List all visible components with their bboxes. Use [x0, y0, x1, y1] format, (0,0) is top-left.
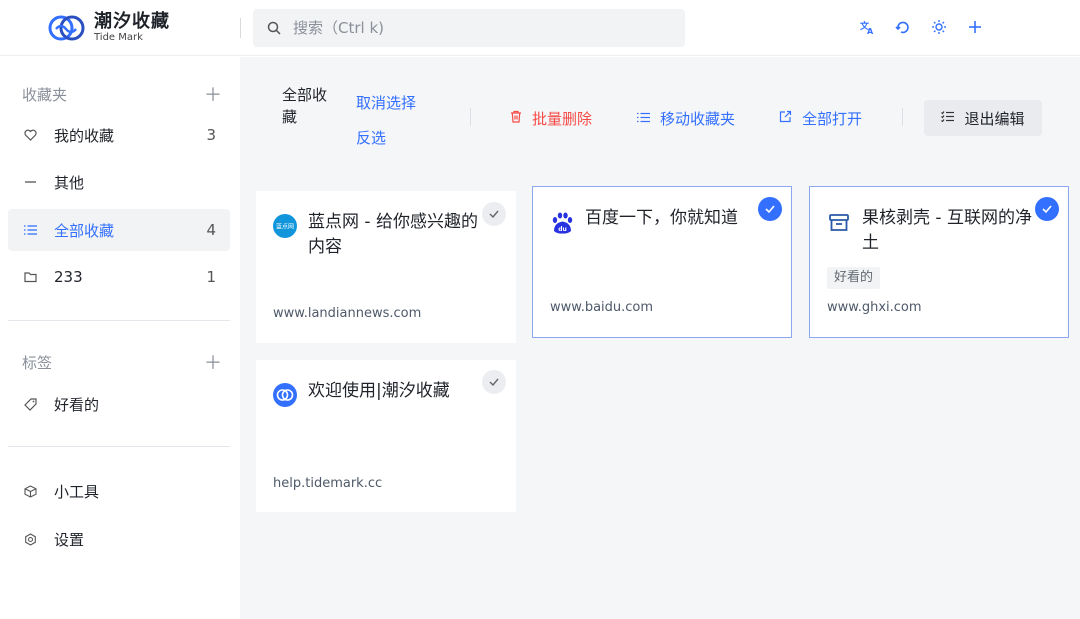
- sidebar-item-count: 4: [206, 221, 216, 239]
- select-checkbox[interactable]: [482, 370, 506, 394]
- sync-icon[interactable]: [894, 18, 912, 36]
- move-folder-button[interactable]: 移动收藏夹: [637, 108, 735, 129]
- bookmark-url: www.ghxi.com: [827, 300, 922, 315]
- sidebar-item-label: 设置: [54, 530, 85, 549]
- batch-delete-label: 批量删除: [532, 110, 593, 128]
- list-icon: [22, 222, 38, 238]
- trash-icon: [510, 110, 522, 127]
- bookmark-title: 蓝点网 - 给你感兴趣的内容: [308, 212, 478, 257]
- check-icon: [489, 210, 499, 219]
- sidebar-item-label: 其他: [54, 173, 85, 192]
- search-icon: [267, 21, 281, 35]
- bookmark-card[interactable]: 蓝点网 蓝点网 - 给你感兴趣的内容 www.landiannews.com: [256, 191, 516, 343]
- sidebar-item-all-favorites[interactable]: 全部收藏 4: [8, 209, 230, 251]
- search-box[interactable]: [253, 9, 685, 47]
- all-favorites-heading: 全部收藏: [282, 86, 328, 126]
- header-divider: [240, 18, 241, 38]
- sidebar-item-label: 我的收藏: [54, 126, 115, 145]
- sidebar-item-count: 3: [206, 126, 216, 144]
- select-checkbox[interactable]: [482, 202, 506, 226]
- dash-icon: [22, 174, 38, 190]
- folder-icon: [22, 269, 38, 285]
- add-folder-button[interactable]: ＋: [204, 81, 222, 107]
- add-tag-button[interactable]: ＋: [204, 349, 222, 375]
- bookmark-tag[interactable]: 好看的: [827, 267, 881, 289]
- main-content: 全部收藏 取消选择 反选 批量删除 移动收藏夹 全部打开 退出编辑 蓝点网 蓝点…: [240, 57, 1080, 619]
- gear-icon: [22, 531, 38, 547]
- select-checkbox[interactable]: [1035, 197, 1059, 221]
- settings-sun-icon[interactable]: [930, 18, 948, 36]
- landian-icon: 蓝点网: [273, 214, 297, 238]
- select-checkbox[interactable]: [758, 197, 782, 221]
- open-all-button[interactable]: 全部打开: [779, 108, 862, 129]
- batch-delete-button[interactable]: 批量删除: [510, 108, 592, 129]
- heart-icon: [22, 127, 38, 143]
- tidemark-logo-icon: [48, 15, 85, 41]
- app-logo[interactable]: 潮汐收藏 Tide Mark: [48, 10, 188, 46]
- external-link-icon: [779, 110, 792, 127]
- baidu-paw-icon: du: [552, 212, 573, 234]
- sidebar-divider: [8, 446, 230, 447]
- bookmark-title: 果核剥壳 - 互联网的净土: [862, 208, 1032, 253]
- favorites-section-title: 收藏夹: [22, 86, 68, 104]
- logo-title: 潮汐收藏: [94, 11, 170, 32]
- bookmark-card[interactable]: du 百度一下，你就知道 www.baidu.com: [532, 186, 792, 338]
- open-all-label: 全部打开: [802, 110, 863, 128]
- checklist-icon: [941, 110, 955, 126]
- sidebar: 收藏夹 ＋ 我的收藏 3 其他 全部收藏 4 233 1 标签 ＋ 好看的 小工…: [0, 57, 240, 619]
- bookmark-url: www.baidu.com: [550, 300, 654, 315]
- tag-icon: [22, 396, 38, 412]
- sidebar-item-label: 小工具: [54, 482, 100, 501]
- sidebar-item-label: 好看的: [54, 395, 100, 414]
- bookmark-card[interactable]: 果核剥壳 - 互联网的净土 好看的 www.ghxi.com: [809, 186, 1069, 338]
- svg-text:A: A: [867, 27, 874, 35]
- bookmark-card[interactable]: 欢迎使用|潮汐收藏 help.tidemark.cc: [256, 360, 516, 512]
- exit-edit-button[interactable]: 退出编辑: [924, 100, 1042, 136]
- sidebar-divider: [8, 320, 230, 321]
- box-icon: [22, 483, 38, 499]
- search-input[interactable]: [293, 19, 653, 37]
- svg-text:蓝点网: 蓝点网: [276, 223, 294, 231]
- bookmark-url: www.landiannews.com: [273, 306, 422, 321]
- plus-icon[interactable]: [966, 18, 984, 36]
- sidebar-item-tools[interactable]: 小工具: [8, 470, 230, 512]
- sidebar-tag-haokande[interactable]: 好看的: [8, 383, 230, 425]
- exit-edit-label: 退出编辑: [964, 109, 1025, 128]
- app-header: 潮汐收藏 Tide Mark 文A: [0, 0, 1080, 56]
- svg-text:du: du: [558, 226, 567, 233]
- bookmark-title: 百度一下，你就知道: [585, 208, 738, 228]
- bookmark-title: 欢迎使用|潮汐收藏: [308, 381, 450, 401]
- sidebar-item-folder-233[interactable]: 233 1: [8, 256, 230, 298]
- list-icon: [637, 111, 650, 127]
- tidemark-logo-icon: [273, 383, 297, 407]
- sidebar-item-count: 1: [206, 268, 216, 286]
- logo-subtitle: Tide Mark: [94, 32, 143, 43]
- tags-section-title: 标签: [22, 354, 53, 372]
- edit-toolbar: 全部收藏 取消选择 反选 批量删除 移动收藏夹 全部打开 退出编辑: [240, 57, 1080, 167]
- move-folder-label: 移动收藏夹: [660, 110, 736, 128]
- sidebar-item-label: 233: [54, 268, 83, 286]
- sidebar-item-my-favorites[interactable]: 我的收藏 3: [8, 114, 230, 156]
- check-icon: [765, 205, 775, 214]
- sidebar-item-other[interactable]: 其他: [8, 161, 230, 203]
- bookmark-url: help.tidemark.cc: [273, 476, 383, 491]
- toolbar-divider: [902, 108, 903, 126]
- deselect-button[interactable]: 取消选择: [356, 92, 416, 113]
- translate-icon[interactable]: 文A: [858, 18, 876, 36]
- toolbar-divider: [470, 108, 471, 126]
- sidebar-item-settings[interactable]: 设置: [8, 518, 230, 560]
- archive-box-icon: [829, 214, 849, 231]
- check-icon: [1042, 205, 1052, 214]
- sidebar-item-label: 全部收藏: [54, 221, 115, 240]
- invert-selection-button[interactable]: 反选: [356, 127, 386, 148]
- check-icon: [489, 378, 499, 387]
